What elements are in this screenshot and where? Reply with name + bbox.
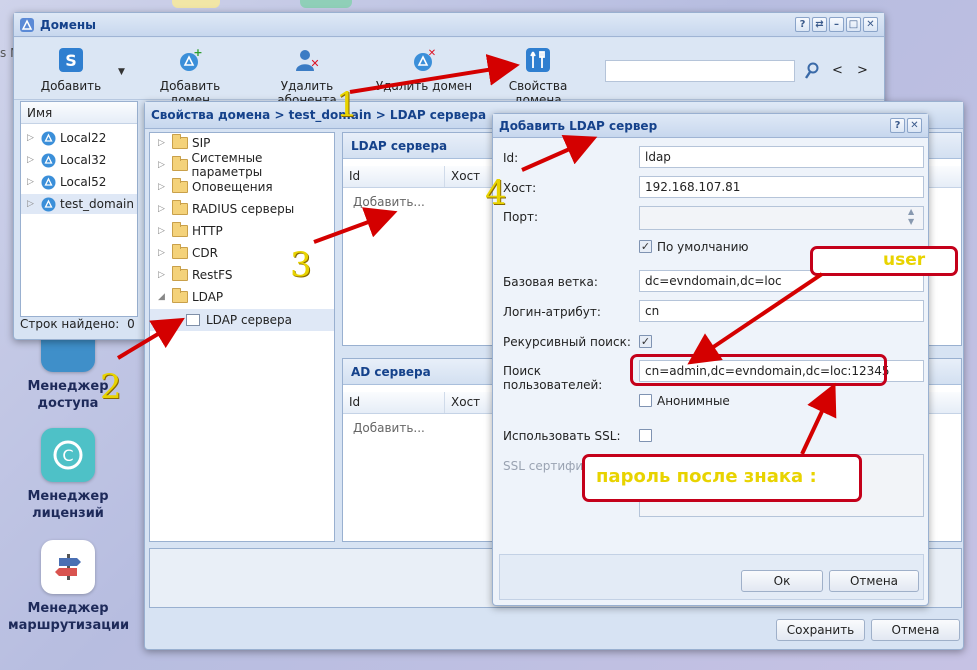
arrow-user-note bbox=[687, 272, 824, 365]
arrow-step-3 bbox=[313, 207, 398, 244]
annotation-arrows bbox=[116, 54, 837, 455]
arrow-step-4 bbox=[521, 135, 598, 172]
arrow-step-1 bbox=[349, 54, 520, 94]
arrow-step-2 bbox=[116, 317, 185, 360]
arrow-password-note bbox=[800, 382, 837, 455]
